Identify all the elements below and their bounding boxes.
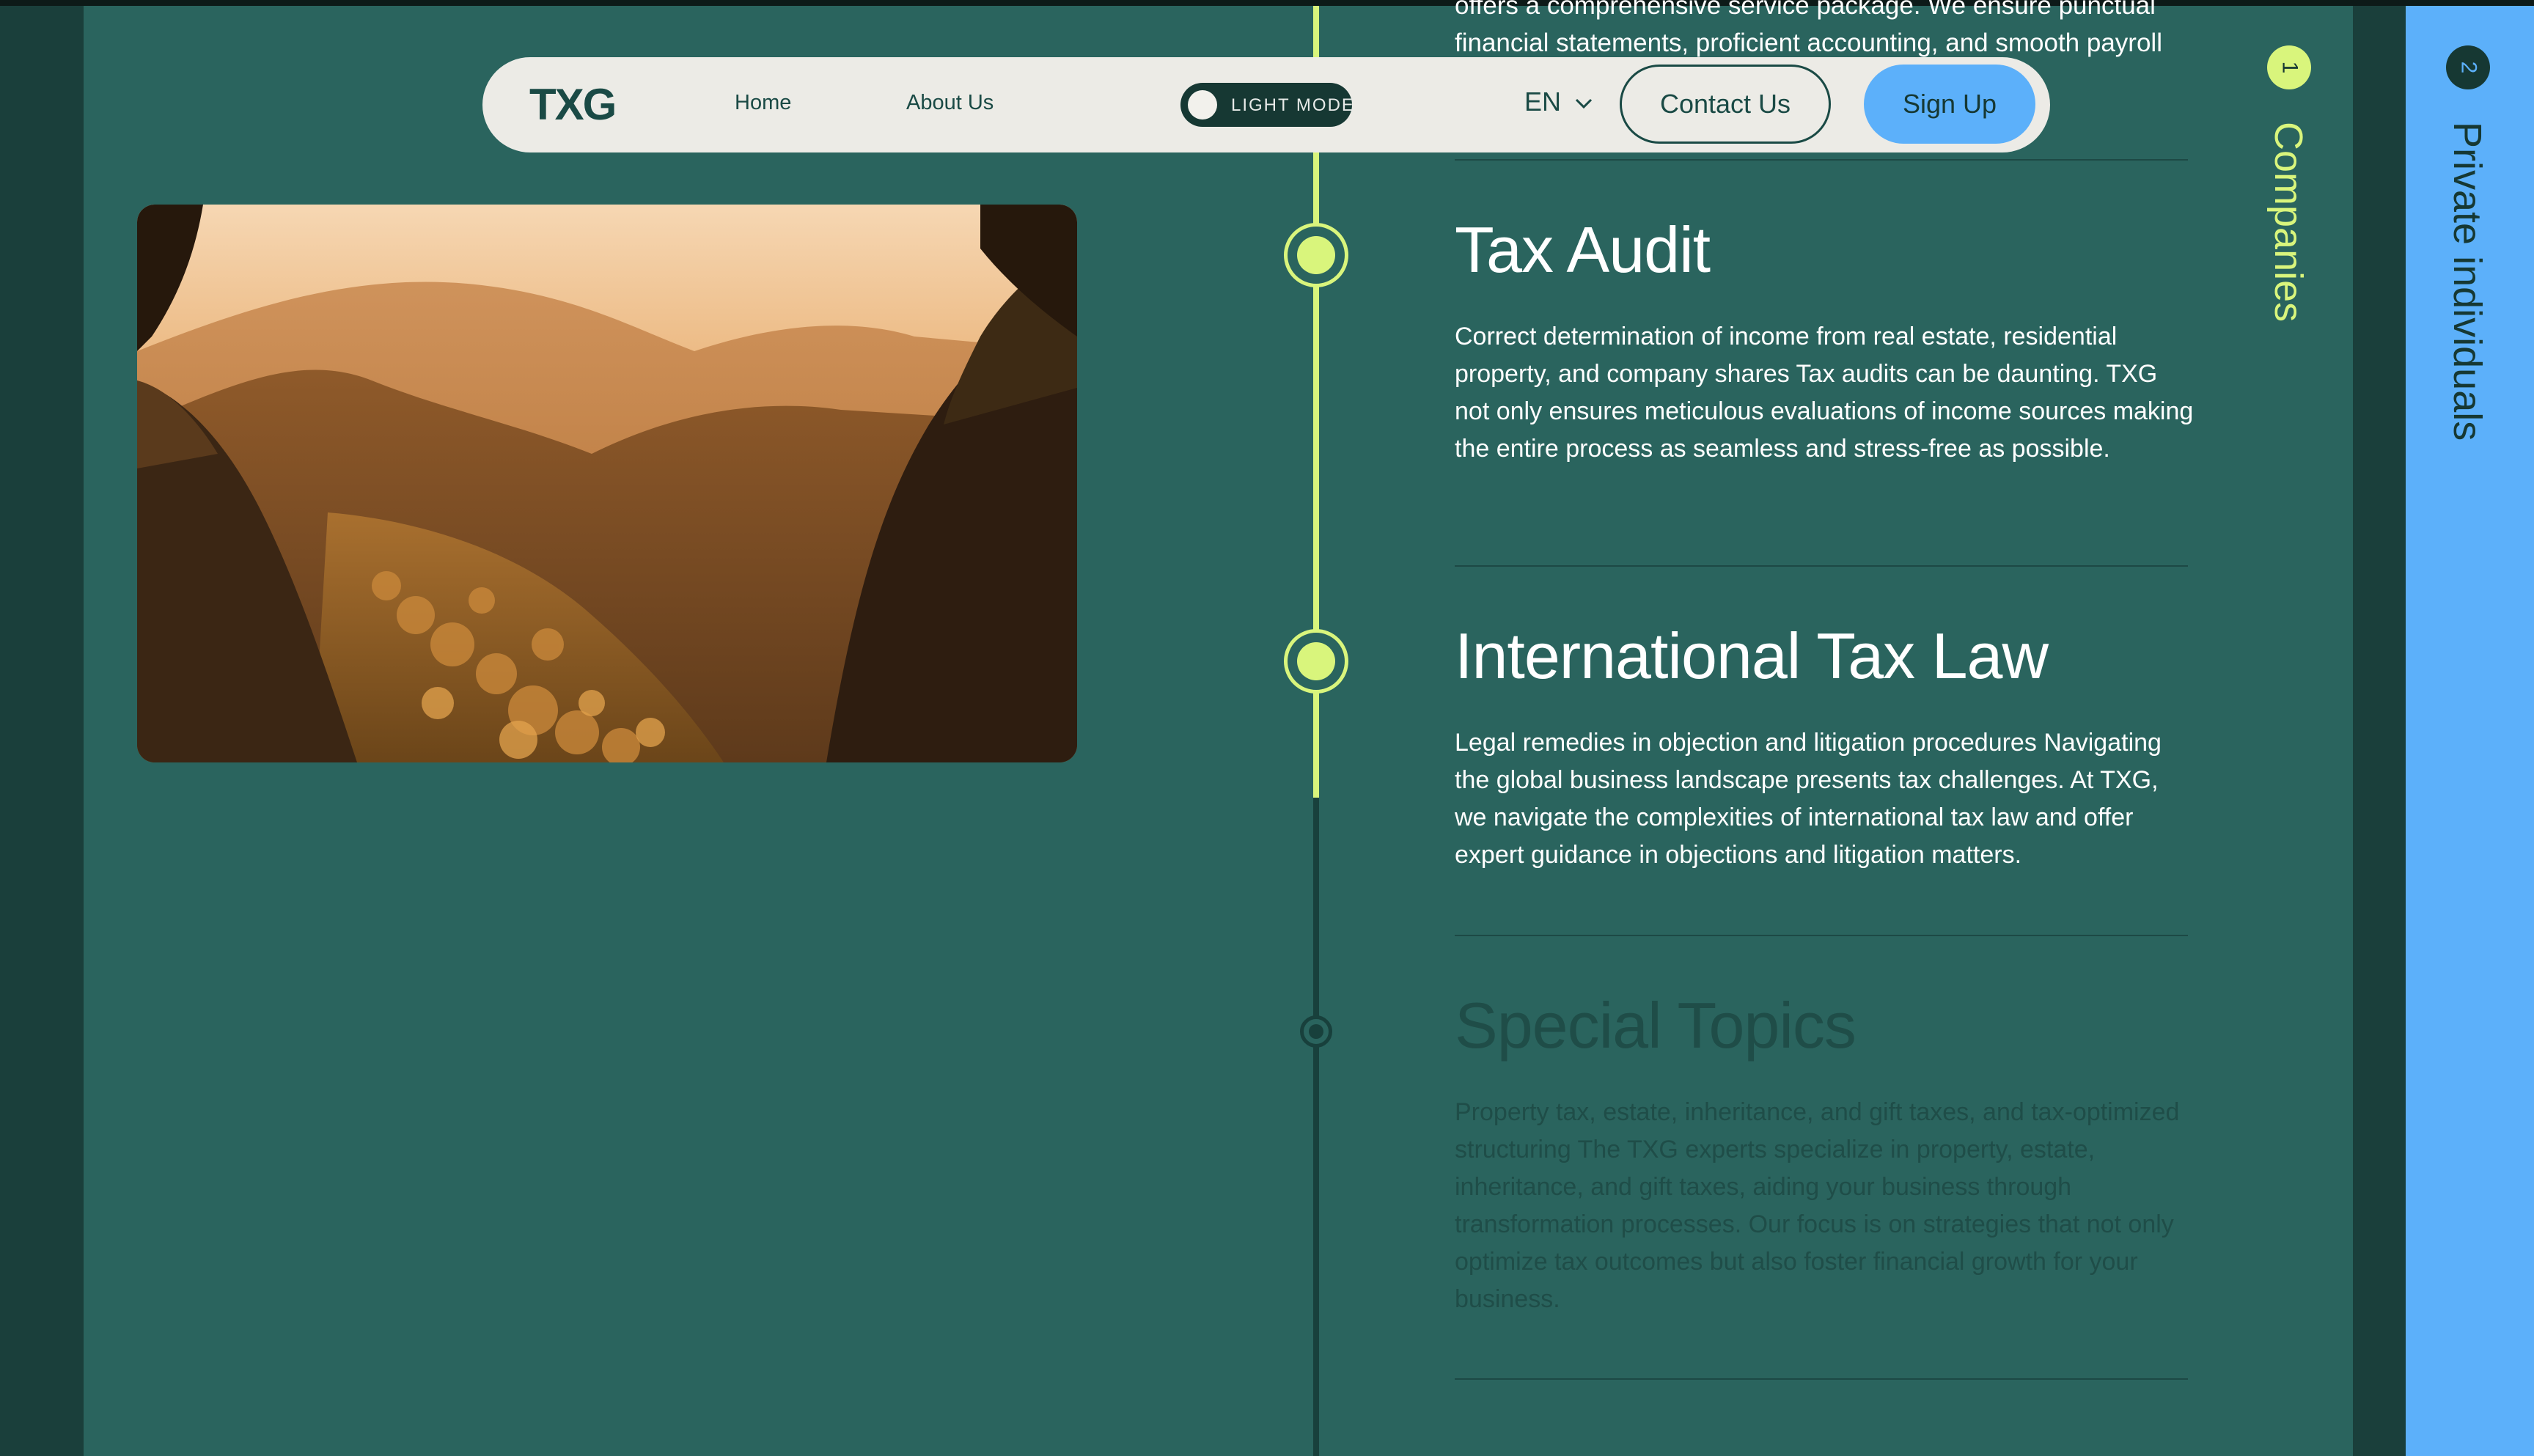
section-divider — [1455, 935, 2188, 936]
theme-toggle[interactable]: LIGHT MODE — [1180, 83, 1355, 127]
section-title-tax-audit: Tax Audit — [1455, 213, 1711, 286]
txg-logo[interactable]: TXG — [529, 79, 617, 130]
nav-link-about-us[interactable]: About Us — [906, 91, 994, 115]
private-individuals-tab[interactable]: Private individuals — [2445, 122, 2490, 441]
nav-link-home[interactable]: Home — [735, 91, 791, 115]
companies-tab[interactable]: Companies — [2266, 122, 2311, 322]
previous-section-text: offers a comprehensive service package. … — [1455, 0, 2162, 57]
language-selector[interactable]: EN — [1524, 87, 1593, 117]
timeline-node-tax-audit — [1284, 223, 1348, 287]
chevron-down-icon — [1575, 99, 1593, 109]
sign-up-button[interactable]: Sign Up — [1864, 65, 2035, 144]
companies-tab-column — [2353, 6, 2406, 1456]
private-individuals-tab-badge[interactable]: 2 — [2446, 45, 2490, 89]
landscape-photo — [137, 205, 1077, 762]
section-title-international-tax-law: International Tax Law — [1455, 619, 2049, 692]
section-body-special-topics: Property tax, estate, inheritance, and g… — [1455, 1098, 2180, 1313]
top-navigation-bar: TXG Home About Us LIGHT MODE EN Contact … — [482, 57, 2050, 152]
contact-us-button[interactable]: Contact Us — [1620, 65, 1831, 144]
section-divider — [1455, 1378, 2188, 1380]
theme-toggle-label: LIGHT MODE — [1231, 95, 1355, 115]
section-body-tax-audit: Correct determination of income from rea… — [1455, 323, 2194, 463]
section-title-special-topics: Special Topics — [1455, 989, 1857, 1062]
language-code: EN — [1524, 87, 1562, 117]
section-divider — [1455, 159, 2188, 161]
section-divider — [1455, 565, 2188, 567]
toggle-knob — [1188, 90, 1217, 120]
section-body-international-tax-law: Legal remedies in objection and litigati… — [1455, 729, 2162, 869]
companies-tab-badge[interactable]: 1 — [2267, 45, 2311, 89]
timeline-remaining-line — [1313, 798, 1319, 1456]
timeline-node-international-tax-law — [1284, 629, 1348, 694]
timeline-node-special-topics — [1300, 1015, 1332, 1048]
left-margin-strip — [0, 6, 84, 1456]
